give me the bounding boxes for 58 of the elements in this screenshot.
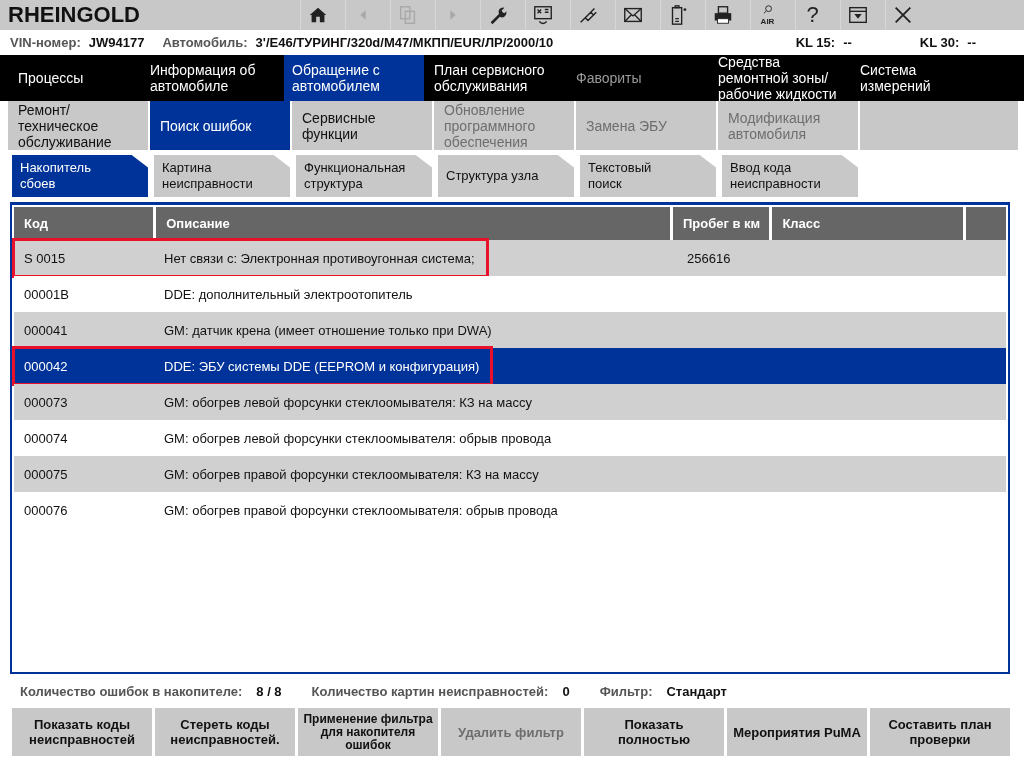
summary-label: Количество картин неисправностей:	[311, 683, 549, 699]
summary-label: Количество ошибок в накопителе:	[20, 683, 243, 699]
sub-nav-item[interactable]: Поиск ошибок	[150, 101, 290, 150]
code-cell-text: 000073	[23, 394, 69, 410]
tab[interactable]: Картина неисправности	[154, 155, 290, 197]
tab[interactable]: Накопитель сбоев	[12, 155, 148, 197]
code-cell-text: 000041	[23, 322, 69, 338]
column-header[interactable]: Описание	[156, 207, 670, 240]
column-header[interactable]: Класс	[772, 207, 964, 240]
tab[interactable]: Структура узла	[438, 155, 574, 197]
fault-row[interactable]: 000041 GM: датчик крена (имеет отношение только при DWA)	[14, 312, 1006, 348]
description-cell-text: GM: обогрев правой форсунки стеклоомывателя: обрыв провода	[163, 502, 559, 518]
description-cell-text: DDE: дополнительный электроотопитель	[163, 286, 414, 302]
summary-value: Стандарт	[666, 683, 727, 699]
description-cell-text: Нет связи с: Электронная противоугонная система;	[163, 250, 476, 266]
description-cell-text: GM: обогрев левой форсунки стеклоомывателя: обрыв провода	[163, 430, 553, 446]
description-cell-text: GM: обогрев левой форсунки стеклоомывателя: КЗ на массу	[163, 394, 533, 410]
summary-label: Фильтр:	[599, 683, 653, 699]
code-cell-text: S 0015	[23, 250, 67, 266]
description-cell-text: GM: датчик крена (имеет отношение только при DWA)	[163, 322, 493, 338]
fault-row[interactable]: S 0015 Нет связи с: Электронная противоугонная система; 256616	[14, 240, 1006, 276]
code-cell-text: 00001B	[23, 286, 70, 302]
kl30-value: --	[967, 35, 976, 50]
kl15-value: --	[843, 35, 852, 50]
tab[interactable]: Текстовый поиск	[580, 155, 716, 197]
column-header[interactable]: Пробег в км	[672, 207, 770, 240]
code-cell-text: 000076	[23, 502, 69, 518]
column-header	[966, 207, 1006, 240]
column-header[interactable]: Код	[14, 207, 154, 240]
code-cell-text: 000042	[23, 358, 69, 374]
action-button[interactable]: Показать полностью	[584, 708, 724, 756]
tab[interactable]: Ввод кода неисправности	[722, 155, 858, 197]
app-title: RHEINGOLD	[7, 2, 141, 28]
mileage-cell-text: 256616	[686, 250, 731, 266]
kl30-label: KL 30:	[919, 35, 960, 50]
code-cell-text: 000075	[23, 466, 69, 482]
kl15-label: KL 15:	[795, 35, 836, 50]
description-cell-text: DDE: ЭБУ системы DDE (EEPROM и конфигурация)	[163, 358, 481, 374]
action-button[interactable]: Составить план проверки	[870, 708, 1010, 756]
code-cell-text: 000074	[23, 430, 69, 446]
fault-row[interactable]: 000073 GM: обогрев левой форсунки стеклоомывателя: КЗ на массу	[14, 384, 1006, 420]
vehicle-value: 3'/E46/ТУРИНГ/320d/M47/МКПП/EUR/ЛР/2000/10	[255, 35, 554, 50]
sub-nav-item[interactable]: Ремонт/ техническое обслуживание	[8, 101, 148, 150]
action-button[interactable]: Применение фильтра для накопителя ошибок	[298, 708, 438, 756]
fault-row[interactable]: 000042 DDE: ЭБУ системы DDE (EEPROM и конфигурация)	[14, 348, 1006, 384]
sub-nav-item[interactable]: Сервисные функции	[292, 101, 432, 150]
action-button[interactable]: Стереть коды неисправностей.	[155, 708, 295, 756]
fault-row[interactable]: 000075 GM: обогрев правой форсунки стеклоомывателя: КЗ на массу	[14, 456, 1006, 492]
vehicle-label: Автомобиль:	[162, 35, 248, 50]
summary-value: 0	[562, 683, 570, 699]
description-cell-text: GM: обогрев правой форсунки стеклоомывателя: КЗ на массу	[163, 466, 540, 482]
main-nav-item[interactable]: Обращение с автомобилем	[284, 55, 424, 101]
vin-value: JW94177	[88, 35, 145, 50]
action-button[interactable]: Показать коды неисправностей	[12, 708, 152, 756]
summary-value: 8 / 8	[256, 683, 282, 699]
tab[interactable]: Функциональная структура	[296, 155, 432, 197]
vin-label: VIN-номер:	[10, 35, 81, 50]
action-button[interactable]: Мероприятия PuMA	[727, 708, 867, 756]
